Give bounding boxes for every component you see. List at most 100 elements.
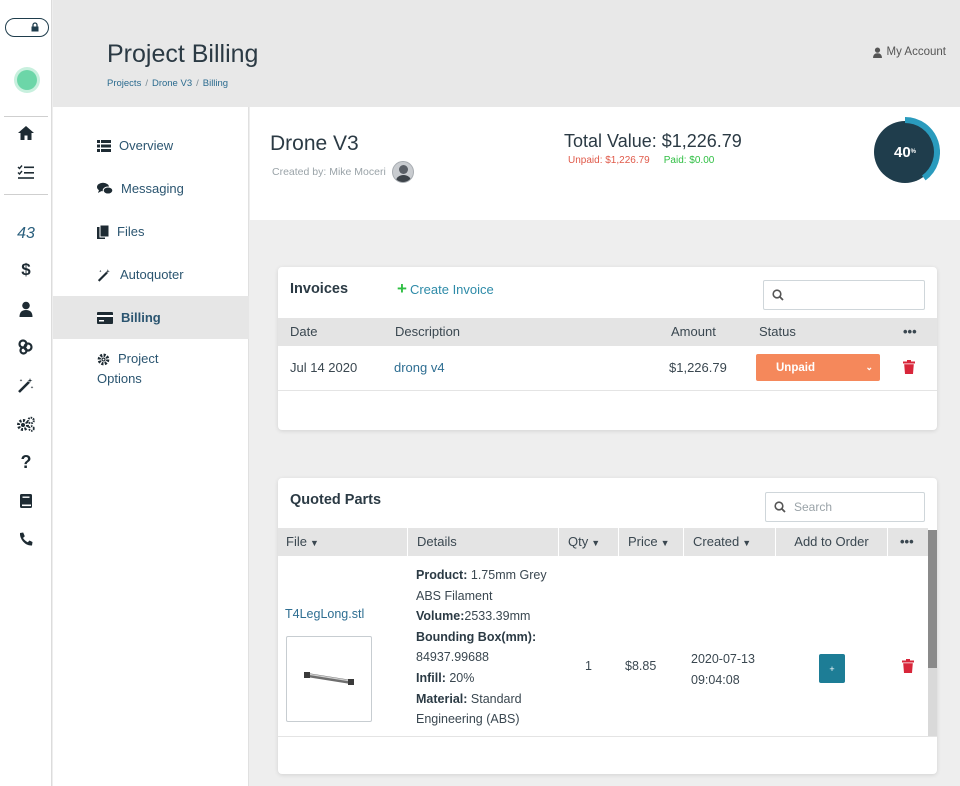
invoice-search[interactable] <box>763 280 925 310</box>
row-divider <box>278 736 937 737</box>
invoice-description-link[interactable]: drong v4 <box>394 360 445 375</box>
invoice-amount: $1,226.79 <box>669 360 727 375</box>
user-icon <box>872 46 882 58</box>
plus-icon: + <box>397 279 407 298</box>
column-file[interactable]: File ▼ <box>286 528 319 556</box>
icon-rail: 43 $ ? <box>0 0 52 786</box>
rail-divider <box>4 194 48 195</box>
infill-value: 20% <box>449 670 475 685</box>
nav-item-label-line2: Options <box>97 371 142 386</box>
invoice-search-input[interactable] <box>792 288 902 302</box>
breadcrumb-billing[interactable]: Billing <box>203 78 228 89</box>
column-add-to-order[interactable]: Add to Order <box>775 528 887 556</box>
row-divider <box>278 390 937 391</box>
my-account-label: My Account <box>886 46 946 58</box>
nav-item-label: Messaging <box>121 181 184 196</box>
lock-toggle[interactable] <box>5 18 49 37</box>
payment-summary: Unpaid: $1,226.79 Paid: $0.00 <box>568 155 714 166</box>
delete-part-icon[interactable] <box>902 659 914 673</box>
rail-count[interactable]: 43 <box>0 221 52 247</box>
column-description[interactable]: Description <box>395 318 460 346</box>
progress-label: 40% <box>870 117 940 187</box>
add-to-order-button[interactable]: + <box>819 654 845 683</box>
create-invoice-label: Create Invoice <box>409 281 494 297</box>
delete-invoice-icon[interactable] <box>903 360 915 374</box>
volume-label: Volume: <box>416 609 465 624</box>
nav-item-project-options[interactable]: Project Options <box>53 339 249 391</box>
scrollbar-thumb[interactable] <box>928 530 937 668</box>
nav-item-billing[interactable]: Billing <box>53 296 249 339</box>
invoice-status-select[interactable]: Unpaid ⌄ <box>756 354 880 381</box>
app-logo[interactable] <box>17 70 37 90</box>
question-icon[interactable]: ? <box>0 449 52 475</box>
column-qty[interactable]: Qty ▼ <box>558 528 600 556</box>
page-header: Project Billing Projects / Drone V3/Billin… <box>53 0 960 107</box>
nav-item-files[interactable]: Files <box>53 210 249 253</box>
column-amount[interactable]: Amount <box>671 318 716 346</box>
parts-search-input[interactable] <box>794 500 904 514</box>
created-date: 2020-07-13 <box>691 652 755 666</box>
handshake-icon[interactable] <box>0 334 52 360</box>
nav-item-label-line1: Project <box>118 351 159 366</box>
quoted-parts-card: Quoted Parts File▼ Details Qty▼ Price▼ C… <box>278 478 937 774</box>
column-more-icon[interactable]: ••• <box>903 318 917 346</box>
parts-scrollbar[interactable] <box>928 530 937 736</box>
task-list-icon[interactable] <box>0 159 52 185</box>
paid-amount: Paid: $0.00 <box>663 155 715 166</box>
volume-value: 2533.39mm <box>464 609 531 624</box>
created-by-label: Created by: Mike Moceri <box>272 166 386 178</box>
part-file-link[interactable]: T4LegLong.stl <box>285 607 364 621</box>
breadcrumb: Projects / Drone V3/Billing <box>107 78 229 89</box>
invoices-table-header: Date Description Amount Status ••• <box>278 318 937 346</box>
home-icon[interactable] <box>0 120 52 146</box>
caret-down-icon: ▼ <box>742 538 752 548</box>
magic-wand-icon[interactable] <box>0 372 52 398</box>
magic-wand-icon <box>97 268 110 282</box>
column-price-label: Price <box>628 534 658 549</box>
gears-icon[interactable] <box>0 411 52 437</box>
nav-item-label: Billing <box>121 310 161 325</box>
invoice-date: Jul 14 2020 <box>290 360 358 375</box>
invoices-title: Invoices <box>290 281 349 297</box>
column-price[interactable]: Price ▼ <box>618 528 670 556</box>
dollar-icon[interactable]: $ <box>0 257 52 283</box>
files-icon <box>97 224 109 239</box>
breadcrumb-projects[interactable]: Projects <box>107 78 141 89</box>
invoices-card: Invoices + Create Invoice Date Descripti… <box>278 267 937 430</box>
bounding-box-label: Bounding Box(mm): <box>416 629 537 644</box>
status-value: Unpaid <box>776 361 815 374</box>
column-created-label: Created <box>693 534 740 549</box>
caret-down-icon: ▼ <box>660 538 670 548</box>
column-more-icon[interactable]: ••• <box>887 528 928 556</box>
avatar[interactable] <box>391 161 414 183</box>
book-icon[interactable] <box>0 488 52 514</box>
project-creator: Created by: Mike Moceri <box>272 161 414 183</box>
nav-item-autoquoter[interactable]: Autoquoter <box>53 253 249 296</box>
search-icon <box>772 289 784 301</box>
product-label: Product: <box>416 568 468 582</box>
my-account-link[interactable]: My Account <box>872 46 946 58</box>
part-thumbnail[interactable] <box>286 636 372 722</box>
caret-down-icon: ▼ <box>309 538 319 548</box>
material-label: Material: <box>416 691 468 706</box>
create-invoice-link[interactable]: + Create Invoice <box>397 279 494 299</box>
parts-search[interactable] <box>765 492 925 522</box>
nav-item-overview[interactable]: Overview <box>53 124 249 167</box>
search-icon <box>774 501 786 513</box>
part-details: Product: 1.75mm Grey ABS Filament Volume… <box>416 565 561 735</box>
column-created[interactable]: Created ▼ <box>683 528 751 556</box>
breadcrumb-drone-v3[interactable]: Drone V3 <box>152 78 192 89</box>
phone-icon[interactable] <box>0 526 52 552</box>
nav-item-label: Autoquoter <box>120 267 184 282</box>
caret-down-icon: ▼ <box>591 538 601 548</box>
bounding-box-value: 84937.99688 <box>416 650 489 665</box>
nav-item-messaging[interactable]: Messaging <box>53 167 249 210</box>
gear-icon <box>97 353 110 365</box>
column-qty-label: Qty <box>568 534 589 549</box>
progress-unit: % <box>910 149 917 155</box>
part-created: 2020-07-13 09:04:08 <box>691 649 755 690</box>
column-details[interactable]: Details <box>407 528 457 556</box>
user-icon[interactable] <box>0 296 52 322</box>
column-status[interactable]: Status <box>759 318 796 346</box>
column-date[interactable]: Date <box>290 318 317 346</box>
